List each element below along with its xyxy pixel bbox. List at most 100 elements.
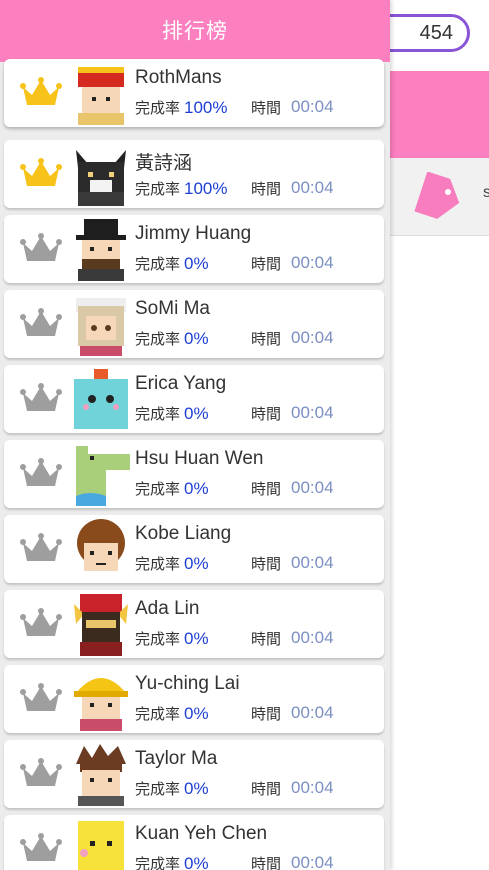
completion-label: 完成率	[135, 180, 181, 198]
player-stats: 完成率 100% 時間 00:04	[135, 97, 334, 118]
time-label: 時間	[251, 180, 282, 198]
completion-label: 完成率	[135, 405, 181, 423]
leaderboard-panel: 排行榜 RothMans 完成率 100% 時間 00:04 黃詩涵 完成率 100% 時間 00…	[0, 0, 390, 870]
player-name: Yu-ching Lai	[135, 673, 240, 694]
time-label: 時間	[251, 405, 282, 423]
background-edge-text: s	[483, 184, 489, 201]
player-name: Erica Yang	[135, 373, 227, 394]
monster-avatar	[70, 369, 132, 431]
time-label: 時間	[251, 99, 282, 117]
tophat-avatar	[70, 219, 132, 281]
silver-crown-icon	[20, 833, 62, 865]
gold-crown-icon	[20, 158, 62, 190]
completion-percent: 0%	[184, 779, 209, 798]
player-stats: 完成率 0% 時間 00:04	[135, 328, 334, 349]
leaderboard-row[interactable]: Hsu Huan Wen 完成率 0% 時間 00:04	[4, 440, 384, 508]
cat-avatar	[70, 144, 132, 206]
maid-avatar	[70, 294, 132, 356]
score-value: 454	[419, 22, 453, 44]
player-name: Jimmy Huang	[135, 223, 252, 244]
time-value: 00:04	[291, 778, 334, 797]
player-name: 黃詩涵	[135, 153, 193, 174]
leaderboard-row[interactable]: Kuan Yeh Chen 完成率 0% 時間 00:04	[4, 815, 384, 870]
silver-crown-icon	[20, 233, 62, 265]
completion-label: 完成率	[135, 705, 181, 723]
player-stats: 完成率 0% 時間 00:04	[135, 478, 334, 499]
curly-avatar	[70, 519, 132, 581]
completion-percent: 0%	[184, 854, 209, 870]
king-avatar	[70, 63, 132, 125]
helmet-avatar	[70, 669, 132, 731]
leaderboard-row[interactable]: SoMi Ma 完成率 0% 時間 00:04	[4, 290, 384, 358]
background-pink-banner	[388, 71, 489, 158]
time-value: 00:04	[291, 853, 334, 870]
time-value: 00:04	[291, 628, 334, 647]
time-value: 00:04	[291, 703, 334, 722]
leaderboard-row[interactable]: Ada Lin 完成率 0% 時間 00:04	[4, 590, 384, 658]
player-stats: 完成率 0% 時間 00:04	[135, 628, 334, 649]
warrior-avatar	[70, 594, 132, 656]
time-label: 時間	[251, 255, 282, 273]
player-name: Taylor Ma	[135, 748, 218, 769]
tag-icon[interactable]	[414, 172, 462, 222]
player-name: Kuan Yeh Chen	[135, 823, 268, 844]
time-label: 時間	[251, 705, 282, 723]
time-label: 時間	[251, 555, 282, 573]
silver-crown-icon	[20, 458, 62, 490]
time-value: 00:04	[291, 178, 334, 197]
time-label: 時間	[251, 630, 282, 648]
completion-label: 完成率	[135, 855, 181, 870]
time-label: 時間	[251, 480, 282, 498]
gold-crown-icon	[20, 77, 62, 109]
player-name: Ada Lin	[135, 598, 200, 619]
leaderboard-row[interactable]: RothMans 完成率 100% 時間 00:04	[4, 59, 384, 127]
completion-label: 完成率	[135, 780, 181, 798]
completion-label: 完成率	[135, 255, 181, 273]
yellow-avatar	[70, 819, 132, 870]
leaderboard-row[interactable]: Jimmy Huang 完成率 0% 時間 00:04	[4, 215, 384, 283]
time-label: 時間	[251, 855, 282, 870]
completion-percent: 100%	[184, 179, 228, 198]
time-value: 00:04	[291, 403, 334, 422]
time-value: 00:04	[291, 253, 334, 272]
player-stats: 完成率 0% 時間 00:04	[135, 403, 334, 424]
completion-percent: 0%	[184, 704, 209, 723]
completion-percent: 0%	[184, 479, 209, 498]
time-value: 00:04	[291, 478, 334, 497]
leaderboard-row[interactable]: Kobe Liang 完成率 0% 時間 00:04	[4, 515, 384, 583]
leaderboard-row[interactable]: 黃詩涵完成率 100% 時間 00:04	[4, 140, 384, 208]
spiky-avatar	[70, 744, 132, 806]
time-label: 時間	[251, 780, 282, 798]
leaderboard-row[interactable]: Erica Yang 完成率 0% 時間 00:04	[4, 365, 384, 433]
player-stats: 完成率 0% 時間 00:04	[135, 253, 334, 274]
leaderboard-row[interactable]: Taylor Ma 完成率 0% 時間 00:04	[4, 740, 384, 808]
player-stats: 完成率 0% 時間 00:04	[135, 778, 334, 799]
time-value: 00:04	[291, 553, 334, 572]
completion-label: 完成率	[135, 99, 181, 117]
completion-percent: 0%	[184, 404, 209, 423]
leaderboard-title: 排行榜	[0, 0, 390, 62]
player-name: Kobe Liang	[135, 523, 232, 544]
player-name: RothMans	[135, 67, 222, 88]
completion-percent: 0%	[184, 329, 209, 348]
silver-crown-icon	[20, 308, 62, 340]
player-stats: 完成率 0% 時間 00:04	[135, 853, 334, 870]
silver-crown-icon	[20, 533, 62, 565]
completion-percent: 100%	[184, 98, 228, 117]
silver-crown-icon	[20, 383, 62, 415]
silver-crown-icon	[20, 608, 62, 640]
completion-label: 完成率	[135, 480, 181, 498]
completion-label: 完成率	[135, 330, 181, 348]
player-stats: 完成率 0% 時間 00:04	[135, 553, 334, 574]
completion-percent: 0%	[184, 254, 209, 273]
player-name: SoMi Ma	[135, 298, 210, 319]
time-label: 時間	[251, 330, 282, 348]
time-value: 00:04	[291, 97, 334, 116]
leaderboard-row[interactable]: Yu-ching Lai 完成率 0% 時間 00:04	[4, 665, 384, 733]
player-name: Hsu Huan Wen	[135, 448, 264, 469]
completion-percent: 0%	[184, 629, 209, 648]
player-stats: 完成率 0% 時間 00:04	[135, 703, 334, 724]
completion-percent: 0%	[184, 554, 209, 573]
silver-crown-icon	[20, 683, 62, 715]
completion-label: 完成率	[135, 630, 181, 648]
